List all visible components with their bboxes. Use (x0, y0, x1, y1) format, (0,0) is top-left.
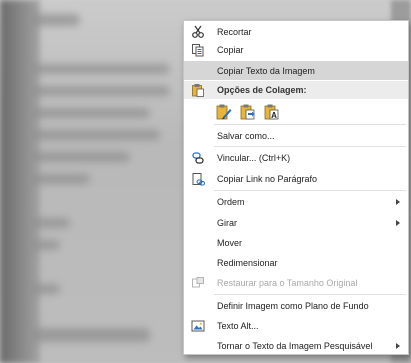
menu-item-label: Texto Alt... (217, 321, 259, 331)
paste-merge-icon[interactable] (239, 103, 257, 121)
blurred-text-block (30, 152, 130, 162)
blurred-text-block (30, 284, 60, 294)
menu-item-copiar[interactable]: Copiar (184, 41, 408, 59)
menu-item-label: Copiar (217, 45, 244, 55)
blurred-text-block (30, 130, 160, 140)
menu-item-vincular[interactable]: Vincular... (Ctrl+K) (184, 149, 408, 167)
menu-item-ordem[interactable]: Ordem (184, 193, 408, 211)
menu-item-label: Redimensionar (217, 258, 278, 268)
menu-item-label: Ordem (217, 197, 245, 207)
paste-keep-formatting-icon[interactable] (215, 103, 233, 121)
blurred-text-block (30, 14, 80, 26)
menu-item-label: Restaurar para o Tamanho Original (217, 278, 358, 288)
menu-item-label: Copiar Link no Parágrafo (217, 174, 318, 184)
submenu-arrow-icon (396, 343, 400, 349)
blurred-text-block (30, 328, 150, 342)
paste-options-header: Opções de Colagem: (184, 81, 408, 99)
link-icon (191, 151, 205, 165)
menu-item-tornar-pesquisavel[interactable]: Tornar o Texto da Imagem Pesquisável (184, 337, 408, 355)
menu-item-label: Vincular... (Ctrl+K) (217, 153, 291, 163)
menu-item-copiar-texto-imagem[interactable]: Copiar Texto da Imagem (184, 61, 408, 80)
menu-separator (214, 146, 406, 147)
menu-item-label: Mover (217, 238, 243, 248)
menu-item-recortar[interactable]: Recortar (184, 23, 408, 41)
menu-item-label: Recortar (217, 27, 252, 37)
menu-item-copiar-link-paragrafo[interactable]: Copiar Link no Parágrafo (184, 170, 408, 188)
blurred-text-block (30, 240, 60, 250)
blurred-text-block (30, 64, 170, 74)
blurred-text-block (30, 174, 90, 184)
context-menu: Recortar Copiar Copiar Texto da Imagem O… (183, 20, 409, 355)
menu-item-girar[interactable]: Girar (184, 214, 408, 232)
menu-separator (214, 294, 406, 295)
menu-item-label: Definir Imagem como Plano de Fundo (217, 301, 369, 311)
menu-item-mover[interactable]: Mover (184, 234, 408, 252)
menu-separator (214, 124, 406, 125)
menu-item-label: Opções de Colagem: (217, 85, 307, 95)
menu-item-label: Copiar Texto da Imagem (217, 66, 315, 76)
svg-text:A: A (271, 111, 277, 120)
copy-icon (191, 43, 205, 57)
paste-options-row: A (184, 101, 408, 123)
menu-item-definir-plano-fundo[interactable]: Definir Imagem como Plano de Fundo (184, 297, 408, 315)
menu-item-label: Tornar o Texto da Imagem Pesquisável (217, 341, 373, 351)
blurred-text-block (30, 218, 70, 228)
menu-item-label: Salvar como... (217, 131, 275, 141)
menu-item-redimensionar[interactable]: Redimensionar (184, 254, 408, 272)
submenu-arrow-icon (396, 220, 400, 226)
blurred-text-block (30, 108, 150, 118)
blurred-text-block (30, 86, 170, 96)
menu-separator (214, 190, 406, 191)
paste-text-only-icon[interactable]: A (263, 103, 281, 121)
copy-link-icon (191, 172, 205, 186)
menu-item-restaurar-tamanho[interactable]: Restaurar para o Tamanho Original (184, 274, 408, 292)
scissors-icon (191, 25, 205, 39)
submenu-arrow-icon (396, 199, 400, 205)
menu-item-salvar-como[interactable]: Salvar como... (184, 127, 408, 145)
paste-clipboard-icon (191, 83, 205, 97)
menu-item-texto-alt[interactable]: Texto Alt... (184, 317, 408, 335)
restore-size-icon (191, 276, 205, 290)
alt-text-icon (191, 319, 205, 333)
menu-item-label: Girar (217, 218, 237, 228)
